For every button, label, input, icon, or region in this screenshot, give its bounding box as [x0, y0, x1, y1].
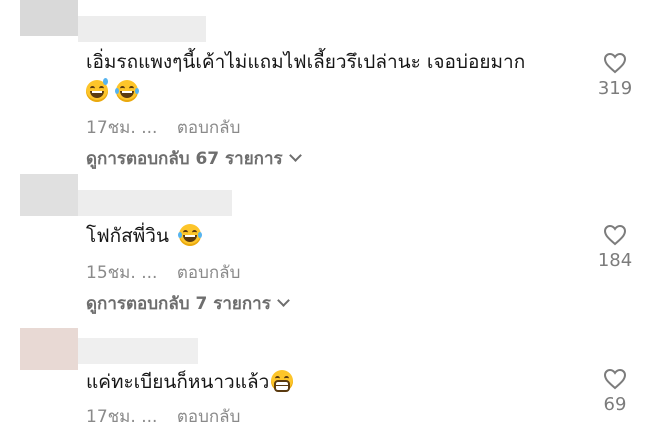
avatar[interactable] [20, 328, 78, 370]
dots: ... [141, 407, 158, 427]
comment-text: แค่ทะเบียนก็หนาวแล้ว [86, 368, 295, 396]
comment-meta: 15ชม. ... ตอบกลับ [86, 259, 240, 286]
comment-body: โฟกัสพี่วิน [86, 225, 169, 247]
view-replies-label: ดูการตอบกลับ 67 รายการ [86, 149, 283, 169]
like-count: 184 [597, 250, 633, 271]
reply-button[interactable]: ตอบกลับ [177, 118, 241, 138]
username-blurred[interactable] [78, 338, 198, 364]
comment-text: เอิ่มรถแพงๆนี้เค้าไม่แถมไฟเลี้ยวรึเปล่าน… [86, 48, 525, 76]
tears-of-joy-emoji [178, 224, 202, 246]
timestamp: 15ชม. [86, 263, 136, 283]
username-blurred[interactable] [78, 190, 232, 216]
like-button[interactable]: 69 [585, 368, 645, 415]
username-blurred[interactable] [78, 16, 206, 42]
like-count: 69 [603, 394, 627, 415]
heart-outline-icon [603, 368, 627, 390]
reply-button[interactable]: ตอบกลับ [177, 263, 241, 283]
dots: ... [141, 118, 158, 138]
heart-outline-icon [603, 224, 627, 246]
like-button[interactable]: 319 [585, 52, 645, 99]
comment-body: เอิ่มรถแพงๆนี้เค้าไม่แถมไฟเลี้ยวรึเปล่าน… [86, 51, 526, 73]
chevron-down-icon [288, 149, 302, 162]
comment-emojis [86, 78, 140, 106]
grinning-sweat-emoji [86, 78, 108, 102]
chevron-down-icon [276, 294, 290, 307]
timestamp: 17ชม. [86, 118, 136, 138]
avatar[interactable] [20, 0, 78, 36]
like-count: 319 [597, 78, 633, 99]
view-replies-label: ดูการตอบกลับ 7 รายการ [86, 294, 271, 314]
dots: ... [141, 263, 158, 283]
reply-button[interactable]: ตอบกลับ [177, 407, 241, 427]
comment-meta: 17ชม. ... ตอบกลับ [86, 114, 240, 141]
like-button[interactable]: 184 [585, 224, 645, 271]
view-replies-button[interactable]: ดูการตอบกลับ 7 รายการ [86, 290, 290, 317]
timestamp: 17ชม. [86, 407, 136, 427]
avatar[interactable] [20, 174, 78, 216]
view-replies-button[interactable]: ดูการตอบกลับ 67 รายการ [86, 145, 302, 172]
tears-of-joy-emoji [115, 80, 140, 102]
comment-meta: 17ชม. ... ตอบกลับ [86, 403, 240, 430]
heart-outline-icon [603, 52, 627, 74]
comment-body: แค่ทะเบียนก็หนาวแล้ว [86, 371, 270, 393]
comment-text: โฟกัสพี่วิน [86, 222, 203, 250]
grimacing-emoji [271, 370, 294, 392]
